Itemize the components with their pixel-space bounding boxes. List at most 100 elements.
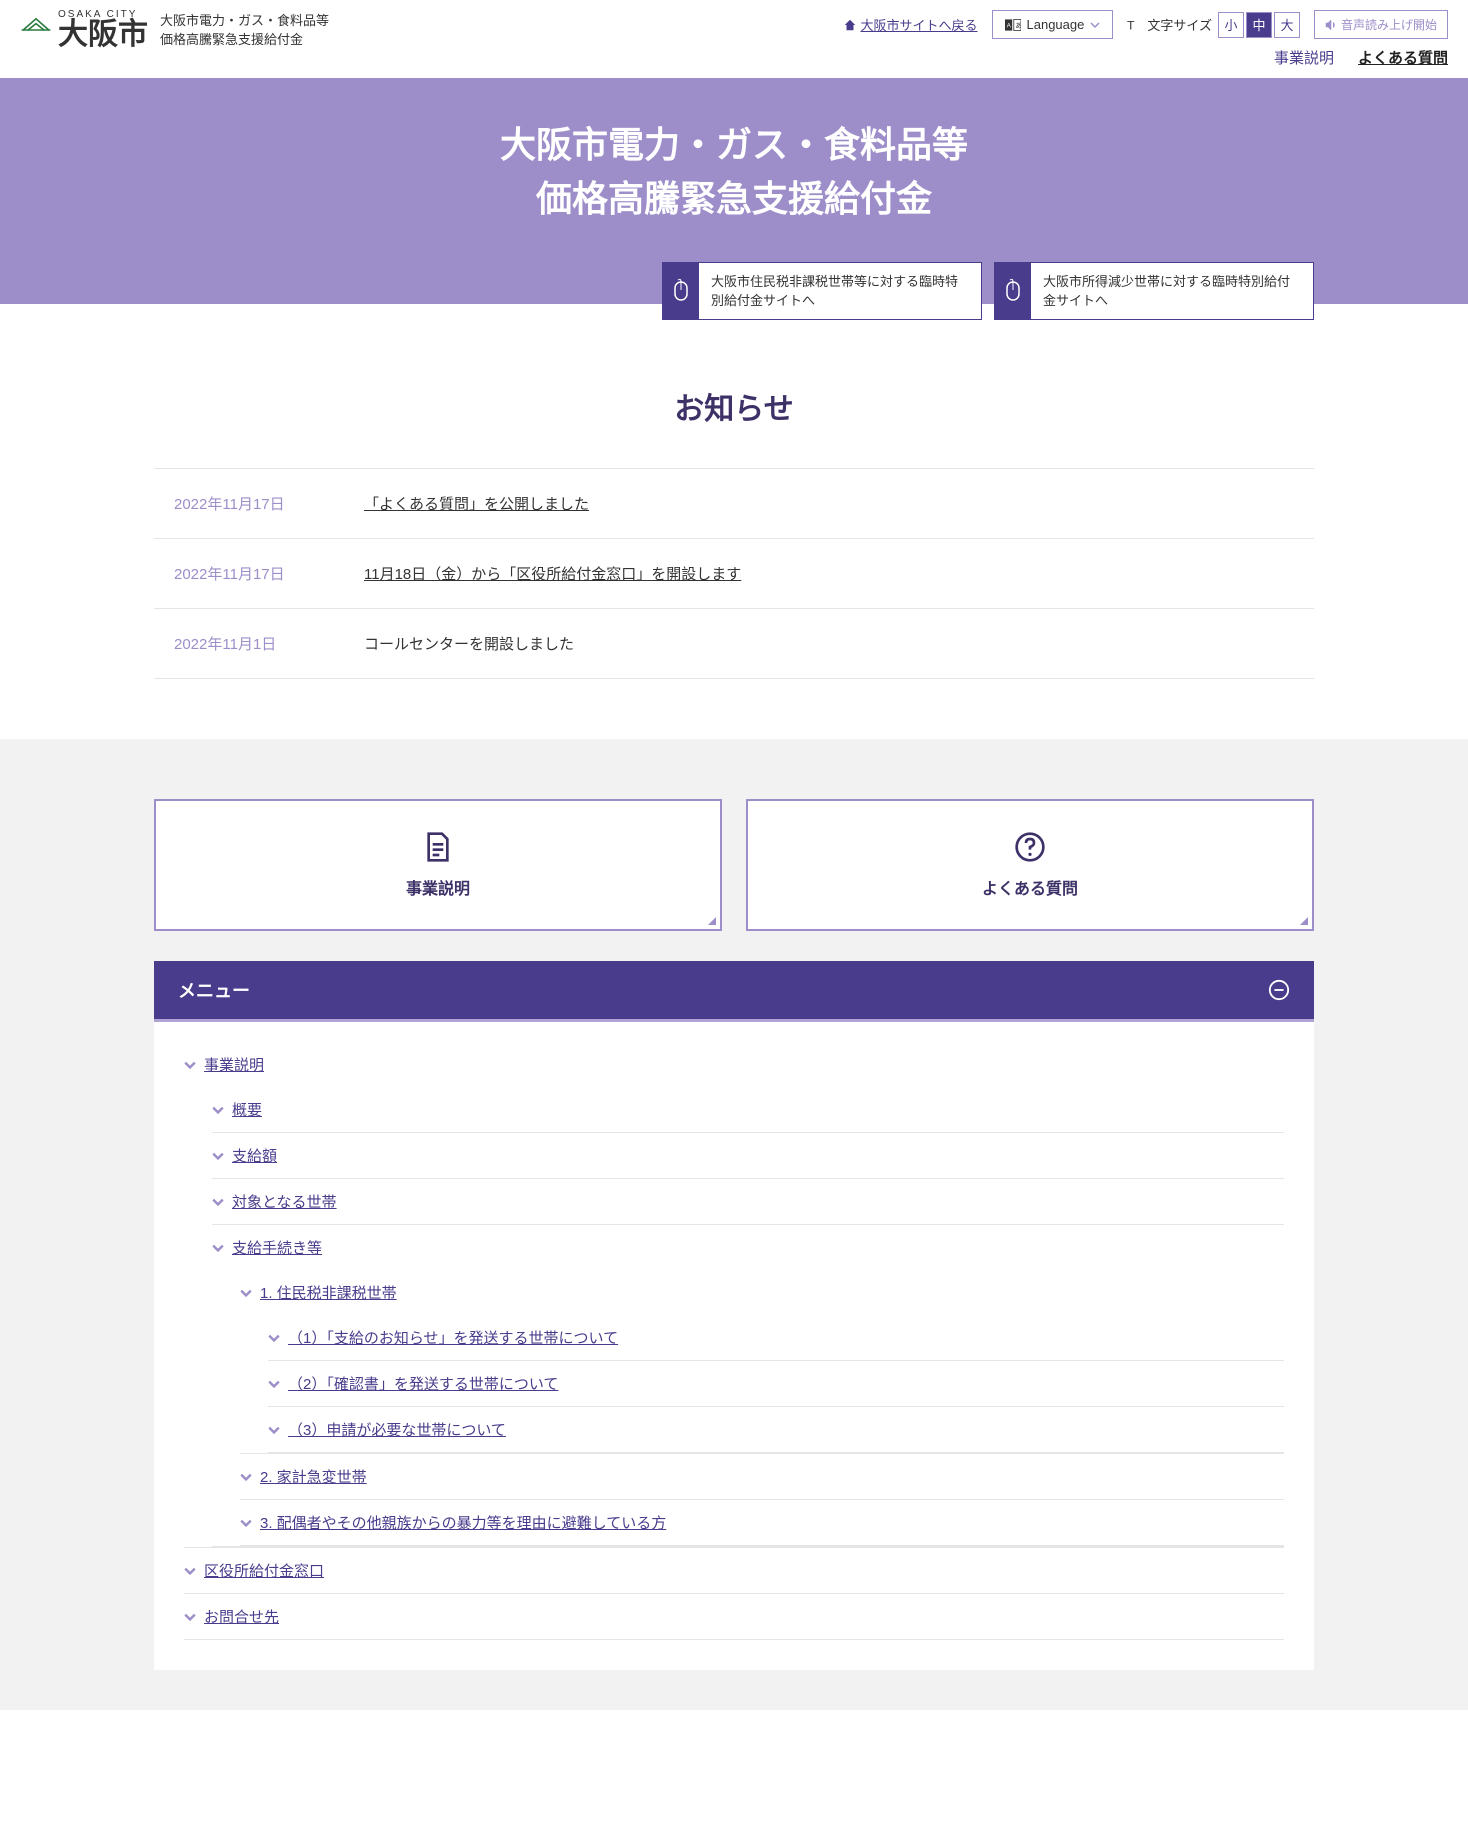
- news-date: 2022年11月17日: [174, 563, 324, 584]
- mouse-icon: [995, 263, 1031, 319]
- chevron-down-icon: [184, 1611, 196, 1623]
- news-link[interactable]: 「よくある質問」を公開しました: [364, 493, 589, 514]
- size-medium-button[interactable]: 中: [1246, 12, 1272, 38]
- hero-link2-label: 大阪市所得減少世帯に対する臨時特別給付金サイトへ: [1031, 264, 1313, 319]
- news-text: コールセンターを開設しました: [364, 633, 574, 654]
- news-item: 2022年11月17日 「よくある質問」を公開しました: [154, 469, 1314, 539]
- menu-label: 区役所給付金窓口: [204, 1560, 324, 1581]
- news-heading: お知らせ: [154, 384, 1314, 428]
- header-nav: 事業説明 よくある質問: [1274, 47, 1448, 68]
- news-item: 2022年11月17日 11月18日（金）から「区役所給付金窓口」を開設します: [154, 539, 1314, 609]
- menu-label: 支給額: [232, 1145, 277, 1166]
- menu-item-overview[interactable]: 概要: [212, 1087, 262, 1132]
- menu-label: （1）「支給のお知らせ」を発送する世帯について: [288, 1327, 618, 1348]
- card-faq[interactable]: よくある質問: [746, 799, 1314, 931]
- language-button[interactable]: Aあ Language: [992, 10, 1114, 39]
- nav-business-link[interactable]: 事業説明: [1274, 47, 1334, 68]
- menu-label: 1. 住民税非課税世帯: [260, 1282, 397, 1303]
- news-link[interactable]: 11月18日（金）から「区役所給付金窓口」を開設します: [364, 563, 741, 584]
- card-faq-label: よくある質問: [982, 875, 1078, 899]
- hero-link-nontax[interactable]: 大阪市住民税非課税世帯等に対する臨時特別給付金サイトへ: [662, 262, 982, 320]
- size-large-button[interactable]: 大: [1274, 12, 1300, 38]
- menu-label: （2）「確認書」を発送する世帯について: [288, 1373, 558, 1394]
- site-title-line2: 価格高騰緊急支援給付金: [160, 30, 329, 50]
- menu-item-proc1-3[interactable]: （3）申請が必要な世帯について: [268, 1407, 506, 1452]
- news-date: 2022年11月17日: [174, 493, 324, 514]
- chevron-down-icon: [240, 1287, 252, 1299]
- menu-item-proc1-1[interactable]: （1）「支給のお知らせ」を発送する世帯について: [268, 1315, 618, 1360]
- menu-item-proc1[interactable]: 1. 住民税非課税世帯: [240, 1270, 397, 1315]
- menu-label: 支給手続き等: [232, 1237, 322, 1258]
- svg-text:T: T: [1127, 18, 1135, 32]
- site-title: 大阪市電力・ガス・食料品等 価格高騰緊急支援給付金: [160, 11, 329, 50]
- menu-item-proc1-2[interactable]: （2）「確認書」を発送する世帯について: [268, 1361, 558, 1406]
- site-title-line1: 大阪市電力・ガス・食料品等: [160, 11, 329, 31]
- header-toolbar: 大阪市サイトへ戻る Aあ Language T 文字サイズ 小 中 大 音声読み…: [843, 10, 1449, 39]
- chevron-down-icon: [268, 1332, 280, 1344]
- menu-toggle[interactable]: メニュー: [154, 961, 1314, 1022]
- osaka-logo-icon: [20, 14, 52, 46]
- text-size-control: T 文字サイズ 小 中 大: [1127, 12, 1300, 38]
- site-header: OSAKA CITY 大阪市 大阪市電力・ガス・食料品等 価格高騰緊急支援給付金…: [0, 0, 1468, 78]
- minus-circle-icon: [1268, 979, 1290, 1001]
- text-size-icon: T: [1127, 18, 1141, 32]
- hero-links: 大阪市住民税非課税世帯等に対する臨時特別給付金サイトへ 大阪市所得減少世帯に対す…: [134, 262, 1334, 320]
- menu-label: 対象となる世帯: [232, 1191, 337, 1212]
- menu-title: メニュー: [178, 977, 250, 1003]
- hero-title: 大阪市電力・ガス・食料品等 価格高騰緊急支援給付金: [0, 118, 1468, 226]
- menu-item-amount[interactable]: 支給額: [212, 1133, 277, 1178]
- chevron-down-icon: [184, 1059, 196, 1071]
- question-icon: [1014, 831, 1046, 863]
- document-icon: [422, 831, 454, 863]
- chevron-down-icon: [212, 1242, 224, 1254]
- news-section: お知らせ 2022年11月17日 「よくある質問」を公開しました 2022年11…: [134, 304, 1334, 739]
- logo-title: 大阪市: [58, 20, 148, 50]
- chevron-down-icon: [212, 1196, 224, 1208]
- card-business-label: 事業説明: [406, 875, 470, 899]
- hero-banner: 大阪市電力・ガス・食料品等 価格高騰緊急支援給付金 大阪市住民税非課税世帯等に対…: [0, 78, 1468, 304]
- menu-panel: メニュー 事業説明 概要 支給額 対象となる世帯: [154, 961, 1314, 1670]
- menu-item-ward[interactable]: 区役所給付金窓口: [184, 1548, 324, 1593]
- menu-item-procedure[interactable]: 支給手続き等: [212, 1225, 322, 1270]
- menu-item-contact[interactable]: お問合せ先: [184, 1594, 279, 1639]
- globe-icon: Aあ: [1005, 19, 1021, 31]
- sound-icon: [1325, 19, 1337, 31]
- menu-label: 事業説明: [204, 1054, 264, 1075]
- back-to-site-link[interactable]: 大阪市サイトへ戻る: [843, 15, 978, 34]
- chevron-down-icon: [212, 1150, 224, 1162]
- menu-label: 概要: [232, 1099, 262, 1120]
- menu-label: （3）申請が必要な世帯について: [288, 1419, 506, 1440]
- svg-text:A: A: [1006, 22, 1011, 29]
- chevron-down-icon: [212, 1104, 224, 1116]
- tts-label: 音声読み上げ開始: [1341, 16, 1437, 33]
- card-business[interactable]: 事業説明: [154, 799, 722, 931]
- news-list: 2022年11月17日 「よくある質問」を公開しました 2022年11月17日 …: [154, 468, 1314, 679]
- menu-item-business[interactable]: 事業説明: [184, 1042, 264, 1087]
- hero-title-line2: 価格高騰緊急支援給付金: [0, 172, 1468, 226]
- nav-faq-link[interactable]: よくある質問: [1358, 47, 1448, 68]
- home-icon: [843, 18, 857, 32]
- city-logo: OSAKA CITY 大阪市: [20, 10, 148, 50]
- hero-link-income[interactable]: 大阪市所得減少世帯に対する臨時特別給付金サイトへ: [994, 262, 1314, 320]
- menu-label: 2. 家計急変世帯: [260, 1466, 367, 1487]
- menu-item-proc3[interactable]: 3. 配偶者やその他親族からの暴力等を理由に避難している方: [240, 1500, 666, 1545]
- size-small-button[interactable]: 小: [1218, 12, 1244, 38]
- hero-title-line1: 大阪市電力・ガス・食料品等: [0, 118, 1468, 172]
- hero-link1-label: 大阪市住民税非課税世帯等に対する臨時特別給付金サイトへ: [699, 264, 981, 319]
- language-label: Language: [1027, 17, 1085, 32]
- chevron-down-icon: [240, 1517, 252, 1529]
- back-link-label: 大阪市サイトへ戻る: [861, 15, 978, 34]
- svg-text:あ: あ: [1015, 21, 1021, 29]
- chevron-down-icon: [268, 1378, 280, 1390]
- menu-tree: 事業説明 概要 支給額 対象となる世帯 支給手続き等 1. 住民税非課税世帯: [184, 1042, 1284, 1640]
- chevron-down-icon: [240, 1471, 252, 1483]
- menu-item-target[interactable]: 対象となる世帯: [212, 1179, 337, 1224]
- menu-label: お問合せ先: [204, 1606, 279, 1627]
- chevron-down-icon: [1090, 20, 1100, 30]
- menu-item-proc2[interactable]: 2. 家計急変世帯: [240, 1454, 367, 1499]
- text-size-label: 文字サイズ: [1147, 15, 1212, 34]
- news-item: 2022年11月1日 コールセンターを開設しました: [154, 609, 1314, 679]
- tts-button[interactable]: 音声読み上げ開始: [1314, 10, 1448, 39]
- chevron-down-icon: [184, 1565, 196, 1577]
- mouse-icon: [663, 263, 699, 319]
